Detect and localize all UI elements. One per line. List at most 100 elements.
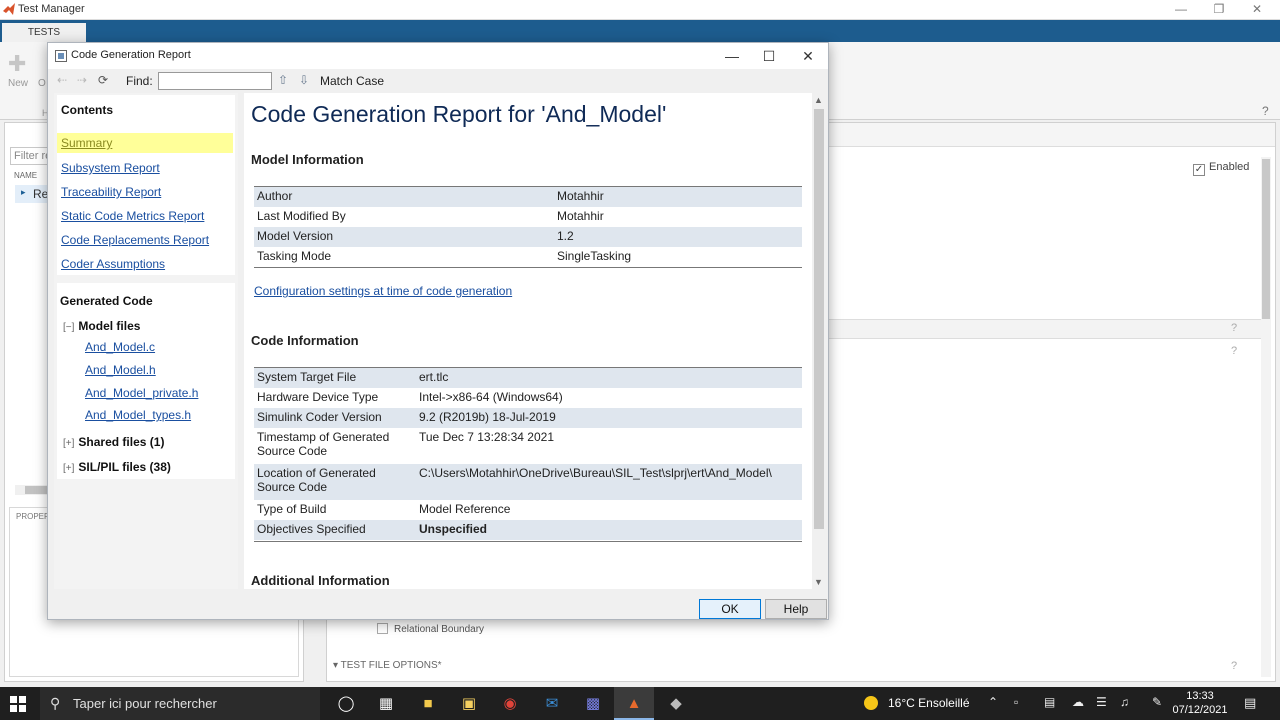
tree-silpil-files[interactable]: [+] SIL/PIL files (38): [63, 460, 171, 474]
notification-icon[interactable]: ▤: [1244, 695, 1256, 711]
weather-widget[interactable]: 16°C Ensoleillé: [864, 696, 970, 710]
expand-toggle-icon[interactable]: [+]: [63, 438, 74, 449]
expand-arrow-icon[interactable]: ▸: [21, 187, 26, 198]
test-manager-tabbar: TESTS: [0, 20, 1280, 42]
report-scrollbar[interactable]: ▲ ▼: [812, 93, 826, 589]
matlab-taskbar-icon[interactable]: ▲: [614, 687, 654, 720]
ok-button[interactable]: OK: [699, 599, 761, 619]
back-arrow-icon[interactable]: ⇠: [57, 73, 67, 87]
scroll-thumb[interactable]: [1262, 159, 1270, 319]
help-icon[interactable]: ?: [1262, 104, 1269, 118]
dialog-titlebar: Code Generation Report — ☐ ✕: [48, 43, 828, 69]
file-explorer-icon[interactable]: ■: [408, 687, 448, 720]
table-cell-label: Hardware Device Type: [257, 390, 379, 404]
relational-boundary-checkbox[interactable]: Relational Boundary: [377, 623, 484, 635]
find-input[interactable]: [158, 72, 272, 90]
close-icon[interactable]: ✕: [1242, 2, 1272, 18]
table-cell-value-unspecified: Unspecified: [416, 520, 802, 540]
details-scrollbar[interactable]: [1261, 157, 1271, 677]
table-row: Tasking Mode SingleTasking: [254, 247, 802, 267]
find-label: Find:: [126, 74, 153, 88]
table-bottom-border: [254, 267, 802, 268]
file-link[interactable]: And_Model.c: [85, 340, 155, 354]
report-content: Code Generation Report for 'And_Model' M…: [244, 93, 826, 589]
help-button[interactable]: Help: [765, 599, 827, 619]
weather-text: 16°C Ensoleillé: [888, 696, 970, 710]
table-cell-value: Motahhir: [557, 209, 604, 223]
table-row: System Target File ert.tlc: [254, 368, 802, 388]
report-title: Code Generation Report for 'And_Model': [251, 101, 667, 127]
table-top-border: [254, 186, 802, 187]
silpil-files-label: SIL/PIL files (38): [78, 460, 171, 474]
app-taskbar-icon[interactable]: ◆: [656, 687, 696, 720]
table-cell-value: SingleTasking: [557, 249, 632, 263]
checkmark-icon[interactable]: ✓: [1193, 164, 1205, 176]
nav-link-traceability-report[interactable]: Traceability Report: [61, 185, 161, 199]
close-icon[interactable]: ✕: [788, 46, 828, 66]
new-icon[interactable]: ✚: [8, 53, 28, 75]
ribbon-open-label[interactable]: O: [38, 78, 46, 89]
scroll-thumb[interactable]: [814, 109, 824, 529]
scroll-down-icon[interactable]: ▼: [814, 577, 823, 587]
collapse-toggle-icon[interactable]: [−]: [63, 322, 74, 333]
chevron-up-icon[interactable]: ⌃: [988, 695, 998, 709]
clock-time: 13:33: [1186, 690, 1214, 702]
table-cell-value: Tue Dec 7 13:28:34 2021: [419, 430, 554, 444]
pen-icon[interactable]: ✎: [1152, 695, 1162, 709]
find-next-icon[interactable]: ⇩: [299, 73, 309, 87]
ribbon-new-label[interactable]: New: [8, 78, 28, 89]
maximize-icon[interactable]: ☐: [749, 46, 789, 66]
find-previous-icon[interactable]: ⇧: [278, 73, 288, 87]
test-file-options-header[interactable]: ▾ TEST FILE OPTIONS*: [333, 660, 442, 671]
nav-link-static-code-metrics-report[interactable]: Static Code Metrics Report: [61, 209, 204, 223]
mail-icon[interactable]: ✉: [532, 687, 572, 720]
chrome-icon[interactable]: ◉: [490, 687, 530, 720]
nav-link-subsystem-report[interactable]: Subsystem Report: [61, 161, 160, 175]
tab-tests[interactable]: TESTS: [2, 23, 86, 42]
volume-icon[interactable]: ♫: [1120, 695, 1129, 709]
dialog-title: Code Generation Report: [71, 49, 191, 61]
help-icon[interactable]: ?: [1231, 345, 1237, 357]
table-cell-value: ert.tlc: [416, 368, 802, 388]
minimize-icon[interactable]: —: [1166, 2, 1196, 18]
cloud-icon[interactable]: ☁: [1072, 695, 1084, 709]
taskbar-clock[interactable]: 13:33 07/12/2021: [1170, 689, 1230, 717]
scroll-up-icon[interactable]: ▲: [814, 95, 823, 105]
restore-icon[interactable]: ❐: [1204, 2, 1234, 18]
cortana-icon[interactable]: ◯: [326, 687, 366, 720]
task-view-icon[interactable]: ▦: [366, 687, 406, 720]
tree-model-files[interactable]: [−] Model files: [63, 319, 140, 333]
sun-icon: [864, 696, 878, 710]
help-icon[interactable]: ?: [1231, 322, 1237, 334]
checkbox-box[interactable]: [377, 623, 388, 634]
generated-code-heading: Generated Code: [60, 294, 153, 308]
refresh-icon[interactable]: ⟳: [98, 73, 108, 87]
forward-arrow-icon[interactable]: ⇢: [77, 73, 87, 87]
minimize-icon[interactable]: —: [712, 46, 752, 66]
help-icon[interactable]: ?: [1231, 660, 1237, 672]
nav-link-summary[interactable]: Summary: [57, 133, 233, 153]
file-link[interactable]: And_Model.h: [85, 363, 156, 377]
teams-icon[interactable]: ▩: [573, 687, 613, 720]
battery-icon[interactable]: ▫: [1014, 695, 1018, 709]
table-cell-label: Last Modified By: [257, 209, 346, 223]
configuration-settings-link[interactable]: Configuration settings at time of code g…: [254, 284, 512, 298]
windows-start-icon[interactable]: [10, 696, 26, 712]
store-icon[interactable]: ▣: [449, 687, 489, 720]
tree-shared-files[interactable]: [+] Shared files (1): [63, 435, 164, 449]
taskbar-search-box[interactable]: ⚲ Taper ici pour rechercher: [40, 687, 320, 720]
nav-link-code-replacements-report[interactable]: Code Replacements Report: [61, 233, 209, 247]
table-row: Author Motahhir: [254, 187, 802, 207]
file-link[interactable]: And_Model_private.h: [85, 386, 198, 400]
matlab-logo-icon: [3, 3, 15, 15]
table-top-border: [254, 367, 802, 368]
file-link[interactable]: And_Model_types.h: [85, 408, 191, 422]
network-icon[interactable]: ▤: [1044, 695, 1055, 709]
table-cell-label: System Target File: [254, 368, 416, 388]
match-case-toggle[interactable]: Match Case: [320, 74, 384, 88]
shared-files-label: Shared files (1): [78, 435, 165, 449]
expand-toggle-icon[interactable]: [+]: [63, 463, 74, 474]
wifi-icon[interactable]: ☰: [1096, 695, 1107, 709]
enabled-checkbox[interactable]: ✓ Enabled: [1193, 161, 1249, 176]
nav-link-coder-assumptions[interactable]: Coder Assumptions: [61, 257, 165, 271]
